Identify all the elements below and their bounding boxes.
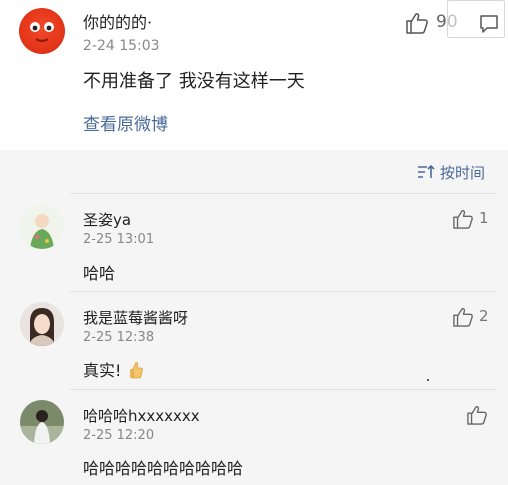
post-author-avatar[interactable] [19, 8, 65, 54]
sort-bar: 按时间 [0, 150, 508, 193]
comment-text: 哈哈 [83, 264, 116, 283]
divider [70, 291, 496, 292]
comment-like-button[interactable] [452, 307, 474, 331]
comment-timestamp: 2-25 12:20 [83, 428, 155, 443]
comment-timestamp: 2-25 13:01 [83, 232, 155, 247]
comment-author-name[interactable]: 圣姿ya [83, 209, 131, 230]
thumbs-up-emoji [127, 361, 143, 383]
comment-timestamp: 2-25 12:38 [83, 330, 155, 345]
comment-like-button[interactable] [452, 209, 474, 233]
comment-icon [480, 15, 498, 33]
thumbs-up-icon [406, 13, 428, 34]
comment-text: 真实! [83, 357, 143, 383]
post-comment-button[interactable] [479, 14, 499, 38]
comment-author-name[interactable]: 我是蓝莓酱酱呀 [83, 307, 188, 328]
post-timestamp: 2-24 15:03 [83, 38, 160, 54]
post-text: 不用准备了 我没有这样一天 [83, 71, 305, 92]
sort-label: 按时间 [440, 164, 486, 182]
original-post: 你的的的· 2-24 15:03 不用准备了 我没有这样一天 查看原微博 90 [0, 0, 508, 150]
comment-text-content: 真实! [83, 361, 122, 380]
comment-like-count: 2 [479, 307, 489, 325]
stray-dot [427, 379, 429, 381]
thumbs-up-icon [467, 406, 487, 425]
sort-by-time-button[interactable]: 按时间 [417, 162, 485, 183]
comment-like-count: 1 [479, 209, 489, 227]
comment-avatar[interactable] [20, 302, 64, 346]
comment-author-name[interactable]: 哈哈哈hxxxxxxx [83, 405, 200, 426]
post-author-name[interactable]: 你的的的· [83, 9, 152, 33]
comment-text: 哈哈哈哈哈哈哈哈哈哈 [83, 459, 244, 478]
comment-avatar[interactable] [20, 400, 64, 444]
thumbs-up-icon [453, 308, 473, 327]
sort-icon [418, 164, 435, 178]
thumbs-up-icon [453, 210, 473, 229]
post-like-button[interactable] [405, 12, 429, 38]
comments-section: 按时间 圣姿ya 2-25 13:01 哈哈 1 我是蓝莓酱酱呀 2-25 12… [0, 150, 508, 485]
divider [70, 389, 496, 390]
view-original-link[interactable]: 查看原微博 [83, 110, 168, 135]
comment-avatar[interactable] [20, 205, 64, 249]
comment-like-button[interactable] [466, 405, 488, 429]
divider [70, 193, 496, 194]
